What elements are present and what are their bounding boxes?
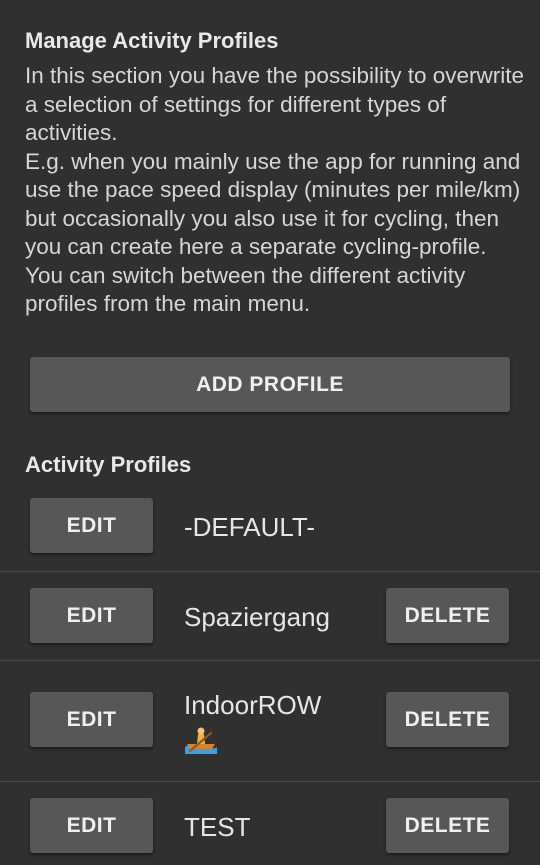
delete-button[interactable]: DELETE	[386, 798, 509, 853]
edit-button[interactable]: EDIT	[30, 798, 153, 853]
profile-row-spaziergang: EDIT Spaziergang DELETE	[0, 587, 540, 660]
add-profile-button[interactable]: ADD PROFILE	[30, 357, 510, 412]
row-divider	[0, 571, 540, 572]
activity-profiles-screen: Manage Activity Profiles In this section…	[0, 0, 540, 865]
row-divider	[0, 660, 540, 661]
description-paragraph: In this section you have the possibility…	[25, 63, 524, 145]
activity-profiles-title: Activity Profiles	[25, 452, 192, 477]
edit-button[interactable]: EDIT	[30, 692, 153, 747]
profile-name: IndoorROW	[184, 690, 322, 720]
row-divider	[0, 781, 540, 782]
description-paragraph: E.g. when you mainly use the app for run…	[25, 148, 521, 260]
profile-row-test: EDIT TEST DELETE	[0, 797, 540, 865]
edit-button[interactable]: EDIT	[30, 588, 153, 643]
profile-name: Spaziergang	[184, 602, 330, 632]
profile-row-indoorrow: EDIT IndoorROW DELETE	[0, 676, 540, 781]
edit-button[interactable]: EDIT	[30, 498, 153, 553]
manage-profiles-title: Manage Activity Profiles	[25, 28, 279, 53]
manage-profiles-description: In this section you have the possibility…	[25, 62, 525, 319]
profile-row-default: EDIT -DEFAULT-	[0, 497, 540, 571]
delete-button[interactable]: DELETE	[386, 588, 509, 643]
profile-name: -DEFAULT-	[184, 512, 315, 542]
description-paragraph: You can switch between the different act…	[25, 262, 466, 317]
rowing-boat-icon	[185, 727, 217, 754]
delete-button[interactable]: DELETE	[386, 692, 509, 747]
profile-name: TEST	[184, 812, 251, 842]
